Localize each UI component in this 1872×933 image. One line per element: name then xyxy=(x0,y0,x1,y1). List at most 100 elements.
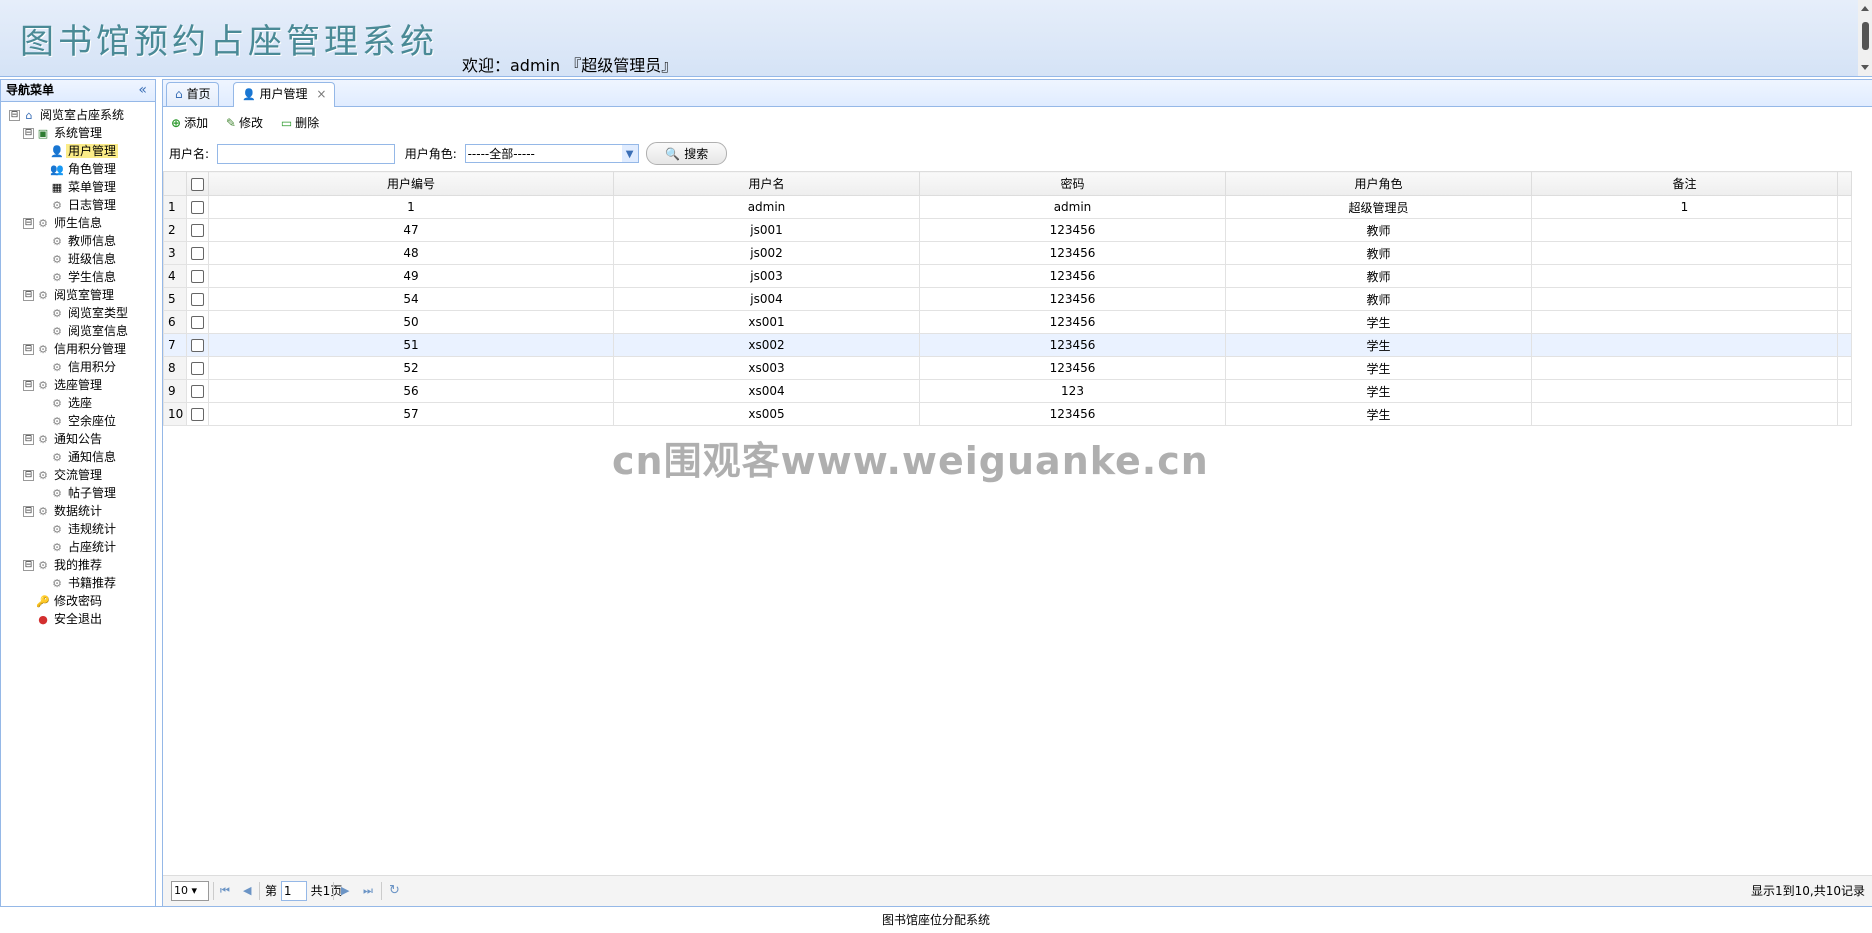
column-header-role[interactable]: 用户角色 xyxy=(1225,171,1532,196)
sidebar-item[interactable]: ⊟ ⚙ 通知公告 xyxy=(1,430,155,448)
scroll-down-icon[interactable] xyxy=(1861,65,1869,70)
sidebar-item[interactable]: ⚙ 占座统计 xyxy=(1,538,155,556)
sidebar-item[interactable]: ⚙ 信用积分 xyxy=(1,358,155,376)
search-button[interactable]: 🔍 搜索 xyxy=(646,142,728,165)
row-checkbox[interactable] xyxy=(191,362,204,375)
delete-button[interactable]: ▭ 删除 xyxy=(281,114,319,131)
sidebar-item[interactable]: 👥 角色管理 xyxy=(1,160,155,178)
row-checkbox[interactable] xyxy=(191,270,204,283)
scroll-thumb[interactable] xyxy=(1862,22,1869,50)
row-checkbox[interactable] xyxy=(191,316,204,329)
page-size-select[interactable]: 10 ▾ xyxy=(171,881,209,901)
edit-button[interactable]: ✎ 修改 xyxy=(226,114,263,131)
column-header-remark[interactable]: 备注 xyxy=(1531,171,1838,196)
sidebar-item[interactable]: ⚙ 帖子管理 xyxy=(1,484,155,502)
collapse-toggle-icon[interactable]: ⊟ xyxy=(23,344,34,355)
add-button[interactable]: ⊕ 添加 xyxy=(171,114,208,131)
table-row[interactable]: 3 48 js002 123456 教师 xyxy=(163,241,1852,265)
table-row[interactable]: 8 52 xs003 123456 学生 xyxy=(163,356,1852,380)
table-row[interactable]: 4 49 js003 123456 教师 xyxy=(163,264,1852,288)
collapse-toggle-icon[interactable]: ⊟ xyxy=(23,128,34,139)
sidebar-item[interactable]: ⚙ 阅览室信息 xyxy=(1,322,155,340)
username-input[interactable] xyxy=(216,143,395,164)
sidebar-item-label: 阅览室信息 xyxy=(68,324,129,338)
sidebar-item[interactable]: ● 安全退出 xyxy=(1,610,155,628)
chevron-down-icon[interactable]: ▼ xyxy=(621,145,638,162)
table-row[interactable]: 10 57 xs005 123456 学生 xyxy=(163,402,1852,426)
row-checkbox[interactable] xyxy=(191,385,204,398)
sidebar-item[interactable]: 👤 用户管理 xyxy=(1,142,155,160)
first-page-icon[interactable]: ⏮ xyxy=(220,876,230,906)
sidebar-item[interactable]: ⚙ 书籍推荐 xyxy=(1,574,155,592)
table-row[interactable]: 7 51 xs002 123456 学生 xyxy=(163,333,1852,357)
sidebar-item[interactable]: ⚙ 违规统计 xyxy=(1,520,155,538)
collapse-left-icon[interactable]: « xyxy=(138,80,147,101)
table-row[interactable]: 9 56 xs004 123 学生 xyxy=(163,379,1852,403)
prev-page-icon[interactable]: ◀ xyxy=(243,876,251,906)
refresh-icon[interactable]: ↻ xyxy=(389,876,400,906)
sidebar-item-label: 菜单管理 xyxy=(68,180,117,194)
cell-role: 教师 xyxy=(1225,218,1532,242)
collapse-toggle-icon[interactable]: ⊟ xyxy=(23,506,34,517)
row-checkbox[interactable] xyxy=(191,408,204,421)
sidebar-item[interactable]: ⚙ 通知信息 xyxy=(1,448,155,466)
sidebar-item[interactable]: ⊟ ⌂ 阅览室占座系统 xyxy=(1,106,155,124)
window-scrollbar[interactable] xyxy=(1858,0,1872,76)
row-checkbox[interactable] xyxy=(191,293,204,306)
collapse-toggle-icon[interactable]: ⊟ xyxy=(23,434,34,445)
select-all-checkbox[interactable] xyxy=(191,177,204,191)
sidebar-item[interactable]: ⚙ 日志管理 xyxy=(1,196,155,214)
gear-icon: ⚙ xyxy=(52,522,62,536)
close-icon[interactable]: × xyxy=(316,87,326,101)
tab-user-management[interactable]: 👤 用户管理 × xyxy=(233,82,336,107)
scroll-up-icon[interactable] xyxy=(1861,6,1869,11)
cell-role: 教师 xyxy=(1225,241,1532,265)
collapse-toggle-icon[interactable]: ⊟ xyxy=(23,290,34,301)
row-number: 1 xyxy=(163,195,187,219)
sidebar-item[interactable]: ⚙ 学生信息 xyxy=(1,268,155,286)
column-header-id[interactable]: 用户编号 xyxy=(208,171,614,196)
sidebar-item[interactable]: ⊟ ⚙ 选座管理 xyxy=(1,376,155,394)
column-header-password[interactable]: 密码 xyxy=(919,171,1226,196)
cell-remark xyxy=(1531,287,1838,311)
sidebar-item[interactable]: ▦ 菜单管理 xyxy=(1,178,155,196)
collapse-toggle-icon[interactable]: ⊟ xyxy=(9,110,20,121)
sidebar-item[interactable]: ⊟ ⚙ 师生信息 xyxy=(1,214,155,232)
pencil-icon: ✎ xyxy=(225,116,236,130)
table-row[interactable]: 5 54 js004 123456 教师 xyxy=(163,287,1852,311)
collapse-toggle-icon[interactable]: ⊟ xyxy=(23,218,34,229)
row-checkbox[interactable] xyxy=(191,224,204,237)
sidebar-item[interactable]: ⊟ ⚙ 数据统计 xyxy=(1,502,155,520)
sidebar-item[interactable]: ⚙ 选座 xyxy=(1,394,155,412)
app-header: 图书馆预约占座管理系统 欢迎：admin 『超级管理员』 xyxy=(0,0,1872,77)
row-checkbox[interactable] xyxy=(191,201,204,214)
role-select[interactable]: -----全部----- ▼ xyxy=(464,144,639,163)
page-size-value: 10 xyxy=(174,884,188,897)
tab-home[interactable]: ⌂ 首页 xyxy=(166,82,220,106)
collapse-toggle-icon[interactable]: ⊟ xyxy=(23,470,34,481)
sidebar-item[interactable]: ⚙ 班级信息 xyxy=(1,250,155,268)
page-number-input[interactable]: 1 xyxy=(280,881,307,901)
gear-icon: ⚙ xyxy=(38,216,48,230)
table-row[interactable]: 2 47 js001 123456 教师 xyxy=(163,218,1852,242)
table-row[interactable]: 1 1 admin admin 超级管理员 1 xyxy=(163,195,1852,219)
row-checkbox[interactable] xyxy=(191,339,204,352)
cell-filler xyxy=(1837,333,1852,357)
collapse-toggle-icon[interactable]: ⊟ xyxy=(23,380,34,391)
last-page-icon[interactable]: ⏭ xyxy=(363,876,373,906)
row-checkbox[interactable] xyxy=(191,247,204,260)
column-header-username[interactable]: 用户名 xyxy=(613,171,920,196)
sidebar-item[interactable]: ⊟ ⚙ 信用积分管理 xyxy=(1,340,155,358)
collapse-toggle-icon[interactable]: ⊟ xyxy=(23,560,34,571)
sidebar-item[interactable]: ⚙ 教师信息 xyxy=(1,232,155,250)
sidebar-item[interactable]: ⚙ 空余座位 xyxy=(1,412,155,430)
sidebar-item[interactable]: ⊟ ▣ 系统管理 xyxy=(1,124,155,142)
next-page-icon[interactable]: ▶ xyxy=(341,876,349,906)
sidebar-item[interactable]: ⊟ ⚙ 阅览室管理 xyxy=(1,286,155,304)
sidebar-item[interactable]: ⊟ ⚙ 我的推荐 xyxy=(1,556,155,574)
sidebar-item[interactable]: ⚙ 阅览室类型 xyxy=(1,304,155,322)
gear-icon: ⚙ xyxy=(38,288,48,302)
table-row[interactable]: 6 50 xs001 123456 学生 xyxy=(163,310,1852,334)
sidebar-item[interactable]: 🔑 修改密码 xyxy=(1,592,155,610)
sidebar-item[interactable]: ⊟ ⚙ 交流管理 xyxy=(1,466,155,484)
